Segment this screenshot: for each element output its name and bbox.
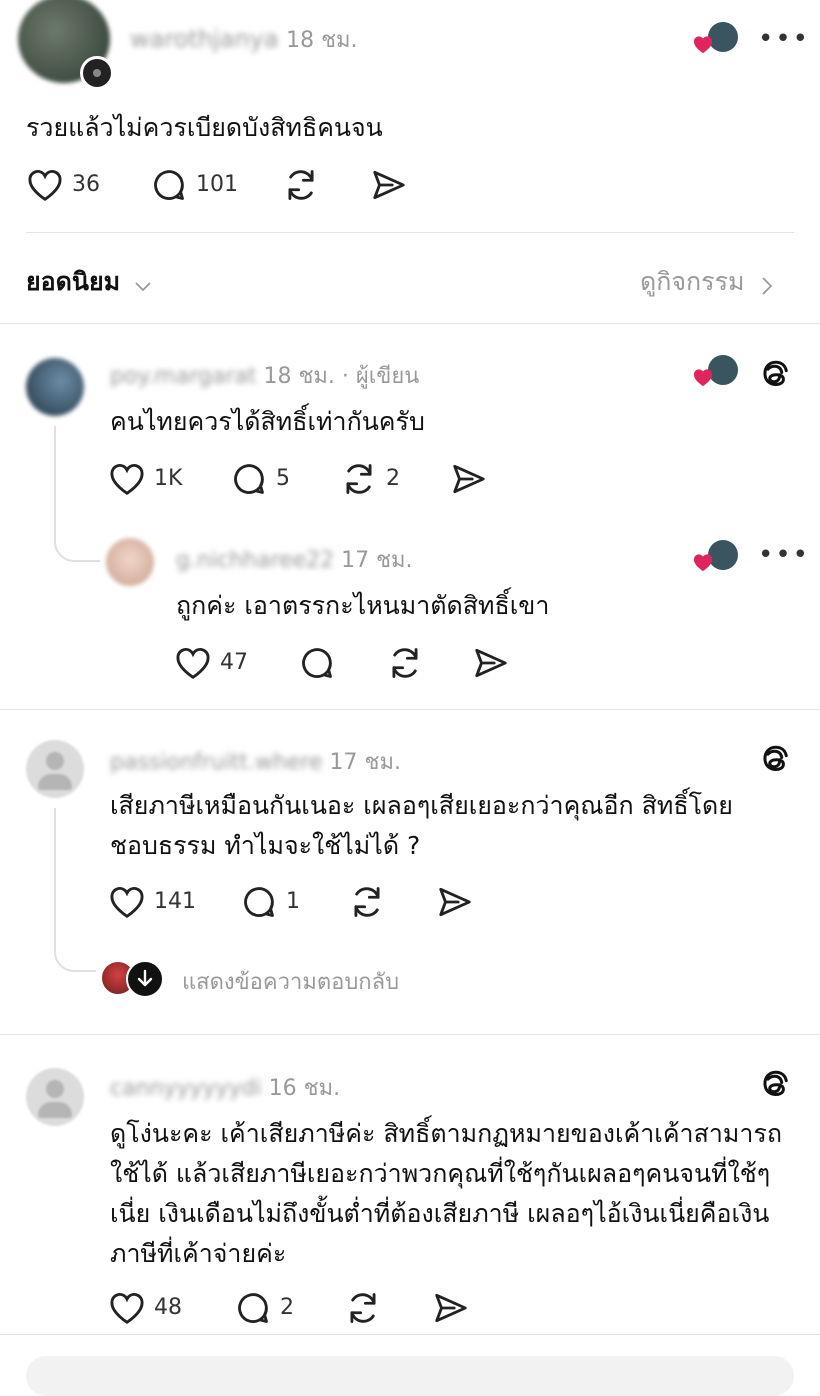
repost-count: 2 [386, 466, 400, 491]
reply-text-line: เนี่ย เงินเดือนไม่ถึงขั้นต่ำที่ต้องเสียภ… [110, 1199, 770, 1228]
heart-filled-icon [693, 369, 713, 387]
comment-icon[interactable] [240, 883, 278, 921]
repost-icon[interactable] [340, 460, 378, 498]
reply-text: ดูโง่นะคะ เค้าเสียภาษีค่ะ สิทธิ์ตามกฏหมา… [110, 1114, 810, 1274]
reply-text: ถูกค่ะ เอาตรรกะไหนมาตัดสิทธิ์เขา [176, 591, 550, 620]
share-icon[interactable] [432, 1289, 470, 1327]
sort-label: ยอดนิยม [26, 267, 121, 296]
reply-text-line: ชอบธรรม ทำไมจะใช้ไม่ได้ ? [110, 831, 421, 860]
reply-count: 5 [276, 466, 290, 491]
follow-badge-icon[interactable] [80, 56, 114, 90]
sort-dropdown[interactable]: ยอดนิยม [26, 262, 153, 302]
post-text: รวยแล้วไม่ควรเบียดบังสิทธิคนจน [26, 113, 383, 142]
reply-text-line: เสียภาษีเหมือนกันเนอะ เผลอๆเสียเยอะกว่าค… [110, 791, 733, 820]
more-options-button[interactable]: ••• [758, 24, 810, 54]
show-replies-button[interactable]: แสดงข้อความตอบกลับ [98, 958, 458, 998]
divider [0, 1034, 820, 1035]
reply-count: 2 [280, 1295, 294, 1320]
thread-connector [54, 930, 96, 972]
heart-icon[interactable] [108, 1290, 146, 1326]
post-time: 18 ชม. [286, 28, 358, 53]
reply-text: คนไทยควรได้สิทธิ์เท่ากันครับ [110, 407, 425, 436]
repost-icon[interactable] [282, 166, 320, 204]
comment-icon[interactable] [230, 460, 268, 498]
liked-by-badge[interactable] [692, 540, 742, 574]
comment-icon[interactable] [150, 166, 188, 204]
username[interactable]: warothjanya [130, 25, 278, 53]
share-icon[interactable] [370, 166, 408, 204]
share-icon[interactable] [436, 883, 474, 921]
more-options-button[interactable]: ••• [758, 540, 810, 570]
heart-icon[interactable] [108, 461, 146, 497]
reply-composer[interactable] [26, 1356, 794, 1396]
username[interactable]: poy.margarat [110, 364, 256, 389]
heart-filled-icon [693, 554, 713, 572]
username[interactable]: g.nichharee22 [176, 548, 334, 573]
avatar[interactable] [26, 358, 84, 416]
post-time: 16 ชม. [268, 1076, 341, 1101]
reply-count: 1 [286, 889, 300, 914]
thread-connector [54, 520, 100, 562]
post-time: 18 ชม. · ผู้เขียน [263, 364, 420, 389]
like-count: 141 [154, 889, 196, 914]
username[interactable]: cannyyyyyydi [110, 1076, 262, 1101]
avatar[interactable] [26, 1068, 84, 1126]
like-count: 47 [220, 650, 248, 675]
chevron-right-icon [761, 276, 772, 295]
divider [26, 232, 794, 233]
reply-text: เสียภาษีเหมือนกันเนอะ เผลอๆเสียเยอะกว่าค… [110, 786, 800, 866]
repost-icon[interactable] [344, 1289, 382, 1327]
share-icon[interactable] [450, 460, 488, 498]
view-activity-link[interactable]: ดูกิจกรรม [640, 262, 774, 302]
reply-count: 101 [196, 172, 238, 197]
divider [0, 323, 820, 324]
username[interactable]: passionfruitt.where [110, 750, 323, 775]
heart-icon[interactable] [108, 884, 146, 920]
share-icon[interactable] [472, 644, 510, 682]
threads-logo-icon[interactable] [757, 356, 793, 392]
thread-line [54, 808, 56, 948]
liked-by-badge[interactable] [692, 355, 742, 389]
like-count: 1K [154, 466, 183, 491]
like-count: 36 [72, 172, 100, 197]
divider [0, 1334, 820, 1335]
heart-icon[interactable] [26, 167, 64, 203]
post-time: 17 ชม. [341, 548, 413, 573]
divider [0, 709, 820, 710]
threads-logo-icon[interactable] [757, 741, 793, 777]
liked-by-badge[interactable] [692, 22, 742, 56]
view-activity-label: ดูกิจกรรม [640, 267, 745, 296]
like-count: 48 [154, 1295, 182, 1320]
repost-icon[interactable] [386, 644, 424, 682]
avatar[interactable] [106, 538, 154, 586]
reply-text-line: ใช้ได้ แล้วเสียภาษีเยอะกว่าพวกคุณที่ใช้ๆ… [110, 1159, 771, 1188]
avatar[interactable] [26, 740, 84, 798]
chevron-down-icon [135, 281, 151, 291]
heart-icon[interactable] [174, 645, 212, 681]
reply-text-line: ภาษีที่เค้าจ่ายค่ะ [110, 1239, 287, 1268]
show-replies-label: แสดงข้อความตอบกลับ [182, 970, 400, 995]
heart-filled-icon [693, 36, 713, 54]
comment-icon[interactable] [234, 1289, 272, 1327]
post-time: 17 ชม. [329, 750, 401, 775]
repost-icon[interactable] [348, 883, 386, 921]
threads-logo-icon[interactable] [757, 1066, 793, 1102]
arrow-down-icon [126, 960, 164, 998]
comment-icon[interactable] [298, 644, 336, 682]
reply-text-line: ดูโง่นะคะ เค้าเสียภาษีค่ะ สิทธิ์ตามกฏหมา… [110, 1119, 782, 1148]
